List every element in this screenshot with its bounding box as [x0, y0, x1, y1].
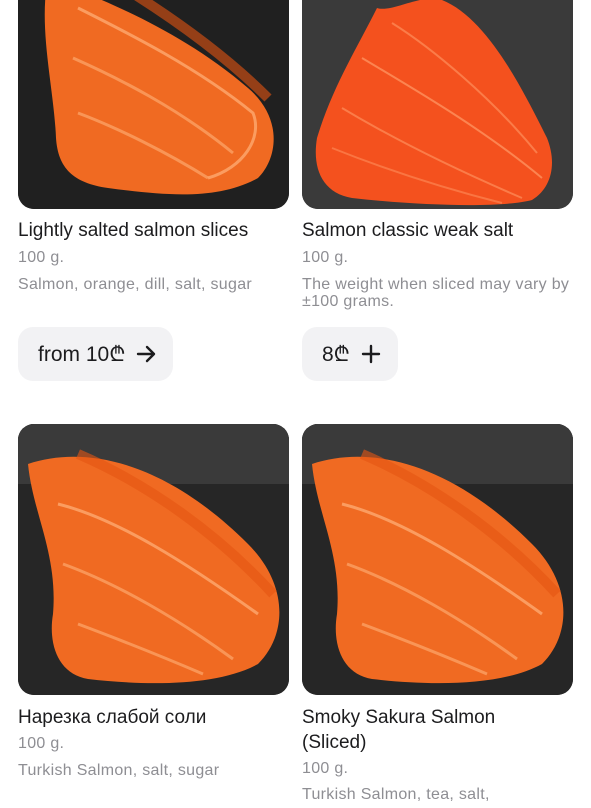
product-image[interactable]	[302, 0, 573, 209]
price-label: 8₾	[322, 343, 350, 366]
product-title[interactable]: Salmon classic weak salt	[302, 218, 582, 243]
product-title[interactable]: Нарезка слабой соли	[18, 705, 298, 730]
product-title[interactable]: Lightly salted salmon slices	[18, 218, 298, 243]
product-description: The weight when sliced may vary by ±100 …	[302, 276, 570, 310]
product-weight: 100 g.	[18, 249, 65, 266]
product-title[interactable]: Smoky Sakura Salmon (Sliced)	[302, 705, 562, 755]
product-description: Salmon, orange, dill, salt, sugar	[18, 276, 253, 293]
price-button[interactable]: from 10₾	[18, 327, 174, 381]
plus-icon	[360, 343, 382, 365]
product-image[interactable]	[302, 424, 573, 695]
product-weight: 100 g.	[302, 249, 349, 266]
product-image[interactable]	[18, 0, 289, 209]
product-description: Turkish Salmon, salt, sugar	[18, 762, 220, 779]
product-image[interactable]	[18, 424, 289, 695]
arrow-right-icon	[135, 343, 157, 365]
product-weight: 100 g.	[18, 735, 65, 752]
add-to-cart-button[interactable]: 8₾	[302, 327, 398, 381]
product-weight: 100 g.	[302, 760, 349, 777]
price-label: from 10₾	[38, 343, 126, 366]
product-description: Turkish Salmon, tea, salt,	[302, 786, 490, 803]
